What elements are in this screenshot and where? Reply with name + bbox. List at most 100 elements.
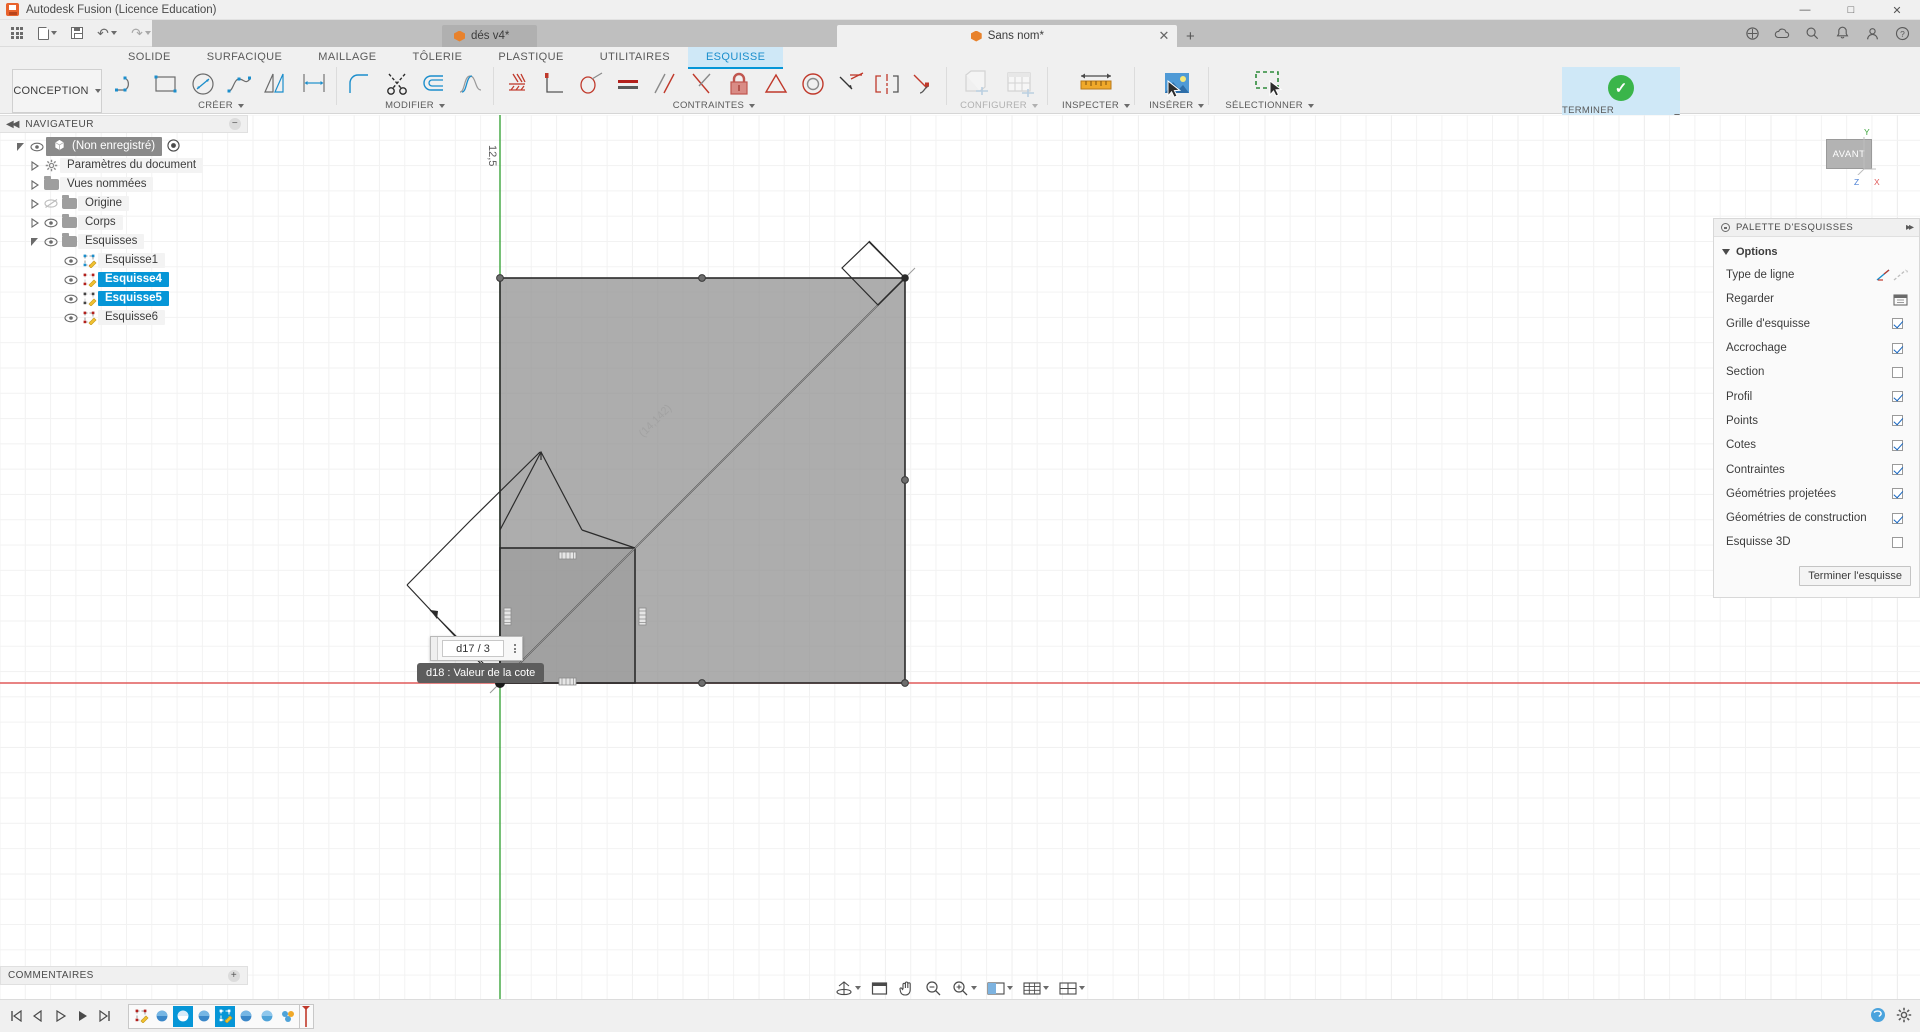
tree-item-esquisse5[interactable]: Esquisse5 (0, 289, 248, 308)
timeline-feature-sphere2[interactable] (194, 1006, 214, 1027)
terminer-esquisse-button[interactable]: Terminer l'esquisse (1799, 565, 1911, 586)
dimension-icon[interactable] (295, 68, 332, 100)
expander-closed-icon[interactable] (28, 217, 42, 228)
timeline-feature-revolve[interactable] (152, 1006, 172, 1027)
lock-icon[interactable] (720, 68, 757, 100)
parallel-icon[interactable] (646, 68, 683, 100)
expander-closed-icon[interactable] (28, 179, 42, 190)
grille-esquisse-checkbox[interactable] (1892, 318, 1903, 330)
vertical-dimension-label[interactable]: 12,5 (486, 145, 498, 166)
timeline-feature-sketch[interactable] (131, 1006, 151, 1027)
look-at-icon[interactable] (1892, 292, 1909, 307)
dimension-input-box[interactable]: d17 / 3 (430, 636, 523, 661)
pan-hand-icon[interactable] (894, 978, 919, 998)
display-settings-icon[interactable] (983, 978, 1017, 998)
ribbon-tab-maillage[interactable]: MAILLAGE (300, 47, 394, 67)
points-checkbox[interactable] (1892, 415, 1903, 427)
new-tab-button[interactable]: + (1177, 25, 1203, 47)
cloud-icon[interactable] (1768, 22, 1796, 44)
equal-icon[interactable] (609, 68, 646, 100)
symmetry-icon[interactable] (868, 68, 905, 100)
account-icon[interactable] (1858, 22, 1886, 44)
expander-closed-icon[interactable] (28, 198, 42, 209)
view-cube[interactable]: AVANT Y X Z (1820, 127, 1882, 187)
insert-image-icon[interactable] (1154, 68, 1200, 100)
tree-item-esquisses[interactable]: Esquisses (0, 232, 248, 251)
dimension-options-icon[interactable] (508, 644, 522, 653)
chevron-down-icon[interactable] (237, 103, 244, 108)
chevron-down-icon[interactable] (749, 103, 756, 108)
tree-item-esquisse6[interactable]: Esquisse6 (0, 308, 248, 327)
timeline-feature-sphere4[interactable] (257, 1006, 277, 1027)
perpendicular-icon[interactable] (683, 68, 720, 100)
zoom-icon[interactable] (921, 978, 946, 998)
tree-item-parametres-document[interactable]: Paramètres du document (0, 156, 248, 175)
concentric-icon[interactable] (794, 68, 831, 100)
chevron-down-icon[interactable] (1307, 103, 1314, 108)
pan-display-icon[interactable] (867, 978, 892, 998)
expander-open-icon[interactable] (28, 237, 42, 247)
visibility-eye-icon[interactable] (42, 237, 60, 247)
visibility-eye-icon[interactable] (42, 218, 60, 228)
viewports-icon[interactable] (1055, 978, 1089, 998)
app-grid-icon[interactable] (4, 21, 30, 45)
palette-section-options[interactable]: Options (1714, 241, 1919, 263)
timeline-feature-sphere[interactable] (173, 1005, 193, 1027)
settings-gear-icon[interactable] (1896, 1007, 1912, 1026)
chevron-down-icon[interactable] (1198, 103, 1205, 108)
ribbon-tab-surfacique[interactable]: SURFACIQUE (189, 47, 301, 67)
expander-open-icon[interactable] (14, 142, 28, 152)
collinear-icon[interactable] (831, 68, 868, 100)
ribbon-tab-tolerie[interactable]: TÔLERIE (395, 47, 481, 67)
ribbon-tab-solide[interactable]: SOLIDE (110, 47, 189, 67)
chevron-down-icon[interactable] (1007, 986, 1013, 990)
drag-grip-icon[interactable] (431, 637, 438, 660)
undo-icon[interactable]: ↶ (90, 21, 124, 45)
play-icon[interactable] (50, 1005, 70, 1027)
ribbon-tab-esquisse[interactable]: ESQUISSE (687, 47, 784, 69)
curvature-icon[interactable] (452, 68, 489, 100)
tangent-icon[interactable] (757, 68, 794, 100)
palette-dock-icon[interactable] (1721, 223, 1730, 232)
visibility-eye-icon[interactable] (62, 275, 80, 285)
tree-item-vues-nommees[interactable]: Vues nommées (0, 175, 248, 194)
circle-icon[interactable] (184, 68, 221, 100)
help-icon[interactable]: ? (1888, 22, 1916, 44)
line-icon[interactable] (110, 68, 147, 100)
spline-icon[interactable] (221, 68, 258, 100)
chevron-down-icon[interactable] (971, 986, 977, 990)
document-tab-sansnom[interactable]: Sans nom* ✕ (837, 25, 1178, 47)
visibility-eye-icon[interactable] (62, 313, 80, 323)
chevron-down-icon[interactable] (1043, 986, 1049, 990)
sketch-canvas[interactable]: 12,5 (14,142) AVANT Y X Z d17 / 3 d18 : … (0, 115, 1920, 1032)
esquisse-3d-checkbox[interactable] (1892, 536, 1903, 548)
timeline-feature-pattern[interactable] (278, 1006, 298, 1027)
ribbon-tab-plastique[interactable]: PLASTIQUE (480, 47, 581, 67)
notifications-icon[interactable] (1828, 22, 1856, 44)
accrochage-checkbox[interactable] (1892, 342, 1903, 354)
tab-close-icon[interactable]: ✕ (1158, 28, 1169, 44)
contraintes-checkbox[interactable] (1892, 464, 1903, 476)
polygon-icon[interactable] (258, 68, 295, 100)
select-window-icon[interactable] (1244, 68, 1296, 100)
expand-right-icon[interactable]: ▸▸ (1906, 222, 1914, 233)
circular-pattern-icon[interactable] (572, 68, 609, 100)
add-comment-icon[interactable]: + (228, 969, 240, 982)
step-back-icon[interactable] (28, 1005, 48, 1027)
chevron-down-icon[interactable] (1079, 986, 1085, 990)
activate-component-radio[interactable] (167, 138, 180, 155)
geometries-projetees-checkbox[interactable] (1892, 488, 1903, 500)
visibility-eye-icon[interactable] (62, 294, 80, 304)
coincident-icon[interactable] (535, 68, 572, 100)
collapse-left-icon[interactable]: ◀◀ (6, 119, 19, 130)
linetype-construction-icon[interactable] (1892, 268, 1909, 283)
step-forward-icon[interactable] (72, 1005, 92, 1027)
zoom-window-icon[interactable] (948, 978, 981, 998)
trim-icon[interactable] (378, 68, 415, 100)
geometries-construction-checkbox[interactable] (1892, 512, 1903, 524)
section-checkbox[interactable] (1892, 366, 1903, 378)
visibility-eye-off-icon[interactable] (42, 198, 60, 209)
document-tab-des[interactable]: dés v4* (442, 25, 538, 47)
profil-checkbox[interactable] (1892, 391, 1903, 403)
panel-minimize-icon[interactable]: − (229, 118, 241, 130)
